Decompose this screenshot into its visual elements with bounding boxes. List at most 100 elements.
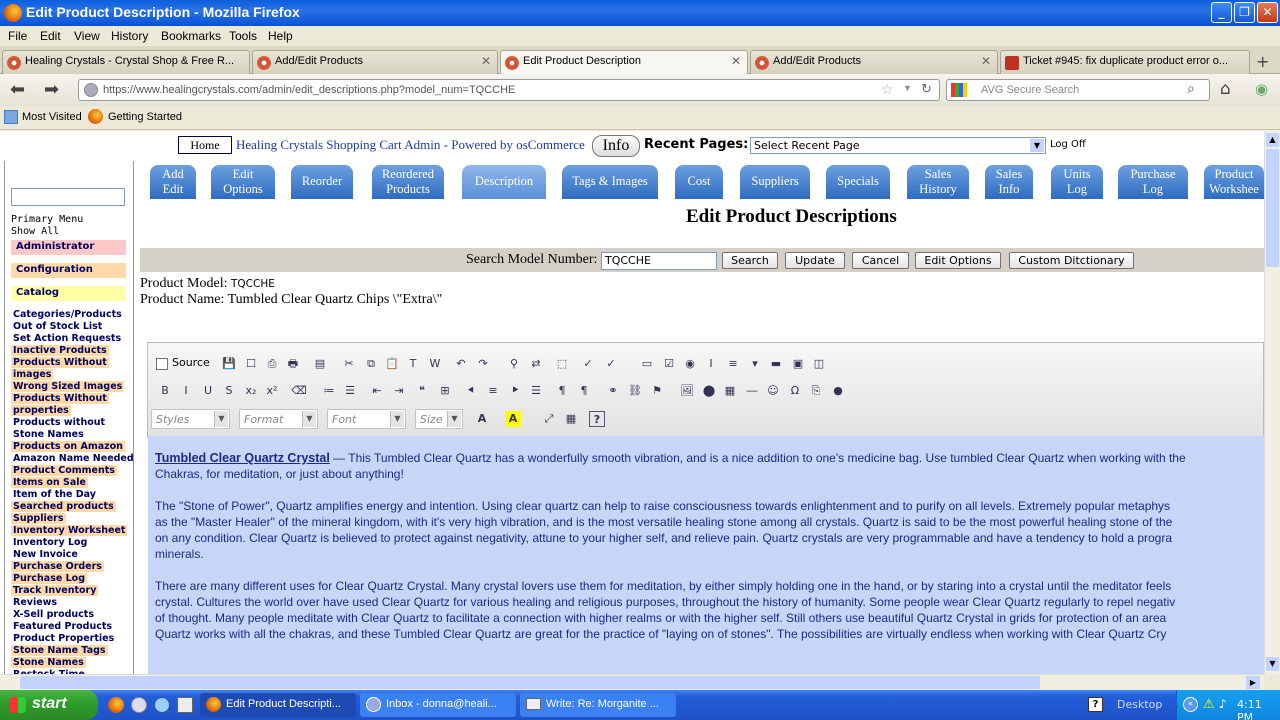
- back-icon[interactable]: ⬅: [10, 79, 25, 100]
- horizontal-scrollbar[interactable]: ▶: [0, 674, 1264, 690]
- spellcheck-icon[interactable]: ✓: [580, 356, 596, 372]
- bookmark-most-visited[interactable]: Most Visited: [22, 111, 82, 123]
- anchor-icon[interactable]: ⚑: [649, 383, 665, 399]
- replace-icon[interactable]: ⇄: [528, 356, 544, 372]
- size-combo[interactable]: Size ▼: [415, 409, 463, 429]
- desktop-quicklaunch-icon[interactable]: [177, 697, 193, 713]
- sidebar-item[interactable]: Set Action Requests: [13, 333, 121, 344]
- sidebar-item[interactable]: Product Comments: [11, 465, 117, 476]
- pagebreak-icon[interactable]: ⎘: [808, 383, 824, 399]
- font-combo[interactable]: Font ▼: [327, 409, 406, 429]
- nav-tab-units-log[interactable]: Units Log: [1051, 165, 1103, 199]
- source-button[interactable]: Source: [153, 354, 211, 374]
- menu-history[interactable]: History: [111, 29, 148, 43]
- special-char-icon[interactable]: Ω: [787, 383, 803, 399]
- subscript-icon[interactable]: x₂: [243, 383, 259, 399]
- textarea-icon[interactable]: ≡: [725, 356, 741, 372]
- paste-text-icon[interactable]: T: [405, 356, 421, 372]
- underline-icon[interactable]: U: [200, 383, 216, 399]
- menu-help[interactable]: Help: [268, 29, 293, 43]
- sidebar-item[interactable]: Wrong Sized Images: [11, 381, 125, 392]
- menu-view[interactable]: View: [74, 29, 100, 43]
- sidebar-item[interactable]: Out of Stock List: [13, 321, 102, 332]
- sidebar-item[interactable]: New Invoice: [13, 549, 78, 560]
- hr-icon[interactable]: ―: [744, 383, 760, 399]
- form-icon[interactable]: ▭: [639, 356, 655, 372]
- select-icon[interactable]: ▾: [747, 356, 763, 372]
- home-button[interactable]: Home: [178, 136, 232, 154]
- horizontal-scroll-thumb[interactable]: [20, 676, 1040, 689]
- indent-icon[interactable]: ⇥: [391, 383, 407, 399]
- checkbox-icon[interactable]: ☑: [661, 356, 677, 372]
- paste-icon[interactable]: 📋: [384, 356, 400, 372]
- sidebar-item[interactable]: Inventory Log: [13, 537, 87, 548]
- menu-tools[interactable]: Tools: [229, 29, 257, 43]
- scroll-up-icon[interactable]: ▲: [1266, 133, 1279, 147]
- italic-icon[interactable]: I: [178, 383, 194, 399]
- vertical-scroll-thumb[interactable]: [1266, 149, 1279, 267]
- blockquote-icon[interactable]: ❝: [414, 383, 430, 399]
- sidebar-item[interactable]: X-Sell products: [13, 609, 94, 620]
- maximize-icon[interactable]: ❐: [1234, 2, 1255, 23]
- avg-logo-icon[interactable]: [951, 83, 967, 97]
- format-combo[interactable]: Format ▼: [239, 409, 318, 429]
- nav-tab-product-workshee[interactable]: Product Workshee: [1204, 165, 1264, 199]
- nav-tab-add-edit[interactable]: Add Edit: [150, 165, 196, 199]
- ie-quicklaunch-icon[interactable]: [154, 697, 170, 713]
- sidebar-item[interactable]: Products Without: [11, 393, 109, 404]
- section-configuration[interactable]: Configuration: [11, 263, 126, 278]
- nav-tab-purchase-log[interactable]: Purchase Log: [1118, 165, 1188, 199]
- show-all-link[interactable]: Show All: [11, 226, 59, 237]
- site-identity-icon[interactable]: [84, 83, 98, 97]
- section-catalog[interactable]: Catalog: [11, 286, 126, 301]
- sidebar-item[interactable]: images: [11, 369, 54, 380]
- spell-as-you-type-icon[interactable]: ✓: [603, 356, 619, 372]
- model-number-input[interactable]: TQCCHE: [601, 252, 717, 270]
- nav-tab-sales-history[interactable]: Sales History: [907, 165, 969, 199]
- tray-expand-icon[interactable]: «: [1183, 697, 1198, 712]
- ltr-icon[interactable]: ¶: [554, 383, 570, 399]
- minimize-icon[interactable]: _: [1211, 2, 1232, 23]
- sidebar-item[interactable]: Stone Names: [11, 657, 86, 668]
- new-page-icon[interactable]: ☐: [243, 356, 259, 372]
- print-icon[interactable]: 🖶: [285, 356, 301, 372]
- hidden-field-icon[interactable]: ◫: [811, 356, 827, 372]
- numbered-list-icon[interactable]: ≔: [321, 383, 337, 399]
- nav-tab-specials[interactable]: Specials: [826, 165, 890, 199]
- align-center-icon[interactable]: ≡: [485, 383, 501, 399]
- button-icon[interactable]: ▬: [768, 356, 784, 372]
- search-bar[interactable]: AVG Secure Search ⌕: [946, 79, 1210, 101]
- menu-bookmarks[interactable]: Bookmarks: [161, 29, 221, 43]
- sidebar-item[interactable]: Searched products: [11, 501, 116, 512]
- sidebar-item[interactable]: Item of the Day: [13, 489, 96, 500]
- bulleted-list-icon[interactable]: ☰: [342, 383, 358, 399]
- sidebar-item[interactable]: Products on Amazon: [11, 441, 125, 452]
- unlink-icon[interactable]: ⛓: [627, 383, 643, 399]
- menu-edit[interactable]: Edit: [40, 29, 61, 43]
- table-icon[interactable]: ▦: [722, 383, 738, 399]
- preview-icon[interactable]: ⎙: [264, 356, 280, 372]
- forward-icon[interactable]: ➡: [44, 79, 59, 100]
- sidebar-item[interactable]: Product Properties: [13, 633, 114, 644]
- addon-eye-icon[interactable]: ◉: [1255, 80, 1268, 98]
- tab-healing-crystals[interactable]: Healing Crystals - Crystal Shop & Free R…: [2, 50, 250, 74]
- sidebar-item[interactable]: Stone Name Tags: [11, 645, 108, 656]
- div-icon[interactable]: ⊞: [437, 383, 453, 399]
- outdent-icon[interactable]: ⇤: [369, 383, 385, 399]
- nav-tab-suppliers[interactable]: Suppliers: [740, 165, 810, 199]
- nav-tab-sales-info[interactable]: Sales Info: [985, 165, 1033, 199]
- title-link[interactable]: Tumbled Clear Quartz Crystal: [155, 451, 330, 465]
- task-inbox[interactable]: Inbox - donna@heali...: [360, 693, 516, 717]
- tab-edit-product-description[interactable]: Edit Product Description ✕: [500, 50, 748, 75]
- imagebutton-icon[interactable]: ▣: [790, 356, 806, 372]
- link-icon[interactable]: ⚭: [605, 383, 621, 399]
- cancel-button[interactable]: Cancel: [852, 252, 909, 269]
- nav-tab-reordered-products[interactable]: Reordered Products: [372, 165, 444, 199]
- templates-icon[interactable]: ▤: [312, 356, 328, 372]
- tab-ticket-945[interactable]: Ticket #945: fix duplicate product error…: [1000, 50, 1250, 74]
- sidebar-item[interactable]: Inactive Products: [11, 345, 109, 356]
- recent-pages-select[interactable]: Select Recent Page ▼: [750, 137, 1046, 154]
- desktop-toolbar-label[interactable]: Desktop: [1117, 698, 1162, 711]
- url-bar[interactable]: https://www.healingcrystals.com/admin/ed…: [78, 79, 940, 101]
- sidebar-item[interactable]: Products without: [13, 417, 105, 428]
